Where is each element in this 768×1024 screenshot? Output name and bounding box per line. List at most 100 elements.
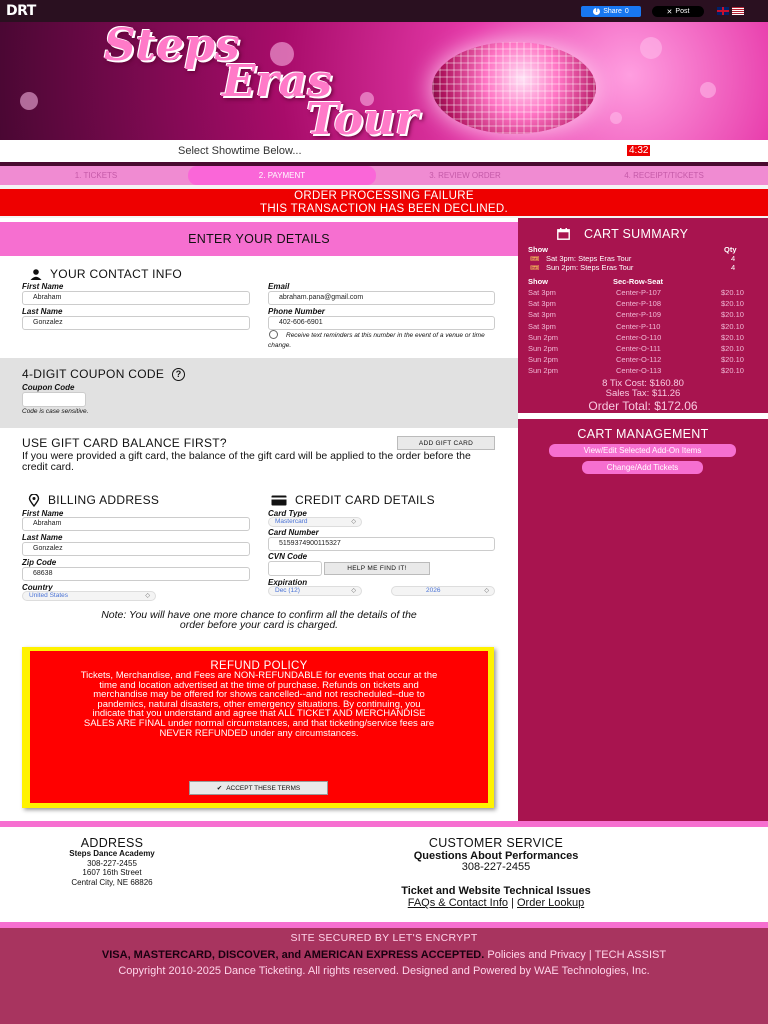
select-arrow-icon: ◇ (484, 588, 489, 594)
footer-separator: | (588, 949, 592, 961)
calendar-icon (557, 228, 570, 240)
email-label: Email (268, 282, 290, 291)
disco-ball-image (432, 42, 596, 134)
card-number-label: Card Number (268, 528, 319, 537)
countdown-timer: 4:32 (627, 145, 651, 156)
step-review-order: 3. REVIEW ORDER (429, 171, 501, 180)
zip-code-input[interactable]: 68638 (22, 567, 250, 581)
accept-terms-button[interactable]: ✔ ACCEPT THESE TERMS (189, 781, 328, 795)
phone-input[interactable]: 402-606-6901 (268, 316, 495, 330)
order-total: Order Total: $172.06 (588, 399, 698, 413)
table-row: $20.10 (721, 310, 744, 320)
billing-last-name-input[interactable]: Gonzalez (22, 542, 250, 556)
sidebar-divider (518, 413, 768, 419)
exp-month-select[interactable]: Dec (12) ◇ (268, 586, 362, 596)
share-count: 0 (624, 8, 629, 15)
change-add-tickets-button[interactable]: Change/Add Tickets (582, 461, 703, 474)
tech-assist-link[interactable]: TECH ASSIST (595, 949, 667, 961)
address-title: ADDRESS (80, 836, 144, 850)
seat-show-header: Show (528, 277, 548, 286)
table-row: Sat 3pm (528, 321, 556, 331)
country-select[interactable]: United States ◇ (22, 591, 156, 601)
table-row: Center-O-111 (616, 344, 661, 354)
edit-add-on-items-button[interactable]: View/Edit Selected Add-On Items (549, 444, 736, 457)
table-row: Sat 3pm (528, 299, 556, 309)
zip-code-label: Zip Code (22, 558, 57, 567)
address-block: Steps Dance Academy 308-227-2455 1607 16… (22, 849, 202, 887)
footer-legal: SITE SECURED BY LET'S ENCRYPT VISA, MAST… (0, 928, 768, 1024)
error-banner: ORDER PROCESSING FAILURE THIS TRANSACTIO… (0, 189, 768, 216)
flag-uk-icon[interactable] (717, 7, 729, 15)
footer-links: FAQs & Contact Info | Order Lookup (266, 897, 726, 909)
first-name-label: First Name (22, 282, 64, 291)
confirm-note: Note: You will have one more chance to c… (101, 609, 417, 631)
gift-card-title: USE GIFT CARD BALANCE FIRST? (22, 436, 227, 450)
last-name-input[interactable]: Gonzalez (22, 316, 250, 330)
contact-info-title: YOUR CONTACT INFO (30, 267, 182, 281)
error-title: ORDER PROCESSING FAILURE (294, 190, 474, 202)
add-gift-card-button[interactable]: ADD GIFT CARD (397, 436, 495, 450)
facebook-share-button[interactable]: f Share 0 (581, 6, 641, 17)
post-label: Post (675, 8, 690, 15)
cvn-code-input[interactable] (268, 561, 322, 576)
org-street: 1607 16th Street (82, 868, 142, 877)
table-row: $20.10 (721, 321, 744, 331)
technical-issues: Ticket and Website Technical Issues (401, 885, 591, 897)
table-row: $20.10 (721, 366, 744, 376)
x-post-button[interactable]: ✕ Post (652, 6, 704, 17)
billing-last-name-label: Last Name (22, 533, 63, 542)
cart-summary-label: CART SUMMARY (584, 227, 689, 241)
coupon-code-label: Coupon Code (22, 383, 75, 392)
event-banner: Steps Eras Tour (0, 22, 768, 140)
showtime-bar[interactable]: Select Showtime Below... 4:32 (0, 140, 768, 162)
card-type-value: Mastercard (275, 518, 308, 525)
card-type-select[interactable]: Mastercard ◇ (268, 517, 362, 527)
table-row: Sun 2pm (528, 366, 559, 376)
cart-qty-header: Qty (724, 245, 737, 254)
banner-title-line1: Steps (104, 22, 240, 71)
table-row: Center-P-110 (616, 321, 661, 331)
footer-legal-text: VISA, MASTERCARD, DISCOVER, and AMERICAN… (0, 947, 768, 979)
table-row: Center-P-109 (616, 310, 662, 320)
cards-accepted: VISA, MASTERCARD, DISCOVER, and AMERICAN… (101, 949, 485, 961)
flag-us-icon[interactable] (732, 7, 744, 15)
share-label: Share (603, 8, 622, 15)
table-row: Center-O-110 (616, 332, 662, 342)
cart-show-name: Sun 2pm: Steps Eras Tour (546, 263, 634, 272)
email-input[interactable]: abraham.pana@gmail.com (268, 291, 495, 305)
refund-policy-text: Tickets, Merchandise, and Fees are NON-R… (80, 670, 438, 739)
first-name-input[interactable]: Abraham (22, 291, 250, 305)
x-icon: ✕ (666, 8, 673, 16)
site-logo[interactable]: DRT (6, 3, 36, 19)
org-city: Central City, NE 68826 (71, 877, 153, 887)
billing-first-name-input[interactable]: Abraham (22, 517, 250, 531)
policies-privacy-link[interactable]: Policies and Privacy (487, 949, 585, 961)
error-message: THIS TRANSACTION HAS BEEN DECLINED. (260, 203, 508, 215)
order-lookup-link[interactable]: Order Lookup (517, 897, 584, 909)
phone-label: Phone Number (268, 307, 325, 316)
table-row: Sun 2pm (528, 355, 559, 365)
sales-tax: Sales Tax: $11.26 (605, 388, 681, 399)
faq-contact-link[interactable]: FAQs & Contact Info (408, 897, 508, 909)
gift-card-text: If you were provided a gift card, the ba… (22, 450, 471, 473)
cart-show-qty: 4 (731, 263, 736, 272)
cart-show-qty: 4 (731, 254, 736, 263)
step-tickets: 1. TICKETS (74, 171, 118, 180)
copyright: Copyright 2010-2025 Dance Ticketing. All… (118, 965, 650, 977)
exp-month-value: Dec (12) (275, 587, 300, 594)
last-name-label: Last Name (22, 307, 63, 316)
select-arrow-icon: ◇ (145, 593, 150, 599)
card-number-input[interactable]: 5159374900115327 (268, 537, 495, 551)
coupon-title-text: 4-DIGIT COUPON CODE (22, 367, 165, 381)
billing-address-title: BILLING ADDRESS (28, 493, 159, 507)
exp-year-select[interactable]: 2026 ◇ (391, 586, 495, 596)
billing-title-text: BILLING ADDRESS (48, 493, 160, 507)
coupon-code-input[interactable] (22, 392, 86, 407)
help-question-icon[interactable]: ? (172, 367, 186, 381)
table-row: Sun 2pm (528, 332, 559, 342)
checkout-steps: 1. TICKETS 2. PAYMENT 3. REVIEW ORDER 4.… (0, 166, 768, 185)
exp-year-value: 2026 (426, 587, 441, 594)
table-row: $20.10 (721, 344, 744, 354)
select-arrow-icon: ◇ (351, 519, 356, 525)
help-me-find-it-button[interactable]: HELP ME FIND IT! (324, 562, 430, 575)
